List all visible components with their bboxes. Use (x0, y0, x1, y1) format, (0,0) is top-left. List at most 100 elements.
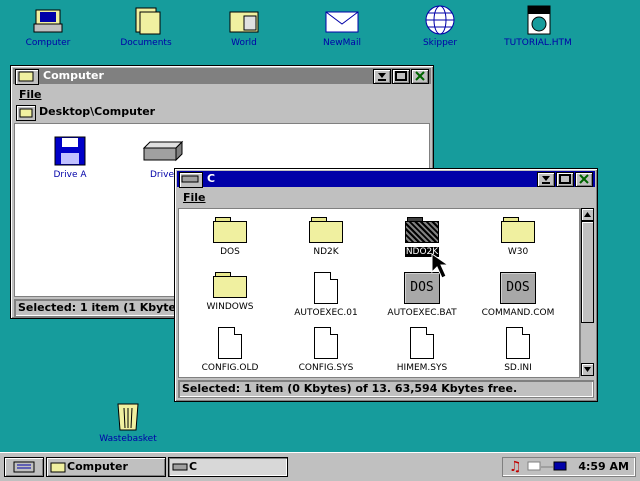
world-folder-icon (224, 4, 264, 36)
up-folder-icon[interactable] (16, 105, 36, 121)
window-title: Computer (43, 69, 104, 82)
c-window-content: DOS ND2K NDO2K W30 WINDOWS AUTOEXEC.01 DOS AUTO… (178, 208, 580, 378)
file-item[interactable]: WINDOWS (183, 272, 277, 312)
desktop-icon-label: World (231, 38, 257, 48)
document-icon (183, 327, 277, 359)
close-button[interactable] (575, 172, 593, 187)
task-label: Computer (67, 460, 128, 473)
globe-icon (420, 4, 460, 36)
scroll-down-button[interactable] (581, 363, 594, 376)
music-note-icon[interactable]: ♫ (509, 459, 522, 475)
scroll-up-button[interactable] (581, 208, 594, 221)
file-item[interactable]: CONFIG.OLD (183, 327, 277, 373)
desktop-icon-label: Documents (120, 38, 172, 48)
desktop-icon-skipper[interactable]: Skipper (402, 4, 478, 48)
task-button-c[interactable]: C (168, 457, 288, 477)
system-tray: ♫ 4:59 AM (502, 457, 636, 477)
desktop-icon-label: TUTORIAL.HTM (504, 38, 572, 48)
item-label: Drive A (53, 170, 87, 180)
c-window-titlebar[interactable]: C (177, 171, 595, 188)
computer-window-titlebar[interactable]: Computer (13, 68, 431, 85)
hard-drive-icon (140, 136, 184, 166)
file-label: W30 (507, 247, 529, 257)
minimize-button[interactable] (537, 172, 555, 187)
desktop-icon-wastebasket[interactable]: Wastebasket (90, 400, 166, 444)
file-item[interactable]: DOS (183, 217, 277, 257)
menubar: File (177, 191, 595, 205)
document-icon (279, 272, 373, 304)
item-label: Drive (150, 170, 174, 180)
taskbar: Computer C ♫ 4:59 AM (0, 452, 640, 481)
file-label: HIMEM.SYS (396, 363, 448, 373)
file-item[interactable]: NDO2K (375, 217, 469, 258)
desktop-icon-world[interactable]: World (206, 4, 282, 48)
close-button[interactable] (411, 69, 429, 84)
hard-drive-icon[interactable] (179, 172, 203, 188)
document-icon (279, 327, 373, 359)
folder-icon (183, 272, 277, 298)
file-label: AUTOEXEC.01 (294, 308, 358, 318)
document-icon (375, 327, 469, 359)
file-item[interactable]: DOS COMMAND.COM (471, 272, 565, 318)
menubar: File (13, 88, 431, 102)
desktop-icon-tutorial[interactable]: TUTORIAL.HTM (500, 4, 576, 48)
dos-program-icon: DOS (471, 272, 565, 304)
file-item[interactable]: AUTOEXEC.01 (279, 272, 373, 318)
task-button-computer[interactable]: Computer (46, 457, 166, 477)
file-label: SD.INI (504, 363, 532, 373)
mouse-cursor-icon (430, 252, 460, 285)
desktop-icon-label: NewMail (323, 38, 361, 48)
network-icon[interactable] (527, 460, 567, 477)
mail-icon (322, 4, 362, 36)
status-bar: Selected: 1 item (0 Kbytes) of 13. 63,59… (178, 380, 594, 398)
file-label: COMMAND.COM (481, 308, 555, 318)
file-item[interactable]: SD.INI (471, 327, 565, 373)
menu-file[interactable]: File (19, 88, 42, 101)
file-label: ND2K (313, 247, 339, 257)
status-text: Selected: 1 item (0 Kbytes) of 13. 63,59… (182, 382, 518, 395)
file-item[interactable]: ND2K (279, 217, 373, 257)
drive-a-item[interactable]: Drive A (23, 136, 117, 180)
status-text: Selected: 1 item (1 Kbytes) (18, 301, 188, 314)
file-label: AUTOEXEC.BAT (387, 308, 457, 318)
file-item[interactable]: W30 (471, 217, 565, 257)
minimize-button[interactable] (373, 69, 391, 84)
path-bar: Desktop\Computer (15, 104, 429, 122)
file-item[interactable]: HIMEM.SYS (375, 327, 469, 373)
desktop-icon-newmail[interactable]: NewMail (304, 4, 380, 48)
folder-icon (471, 217, 565, 243)
desktop-icon-computer[interactable]: Computer (10, 4, 86, 48)
menu-file[interactable]: File (183, 191, 206, 204)
maximize-button[interactable] (392, 69, 410, 84)
folder-icon (183, 217, 277, 243)
hard-drive-icon (172, 460, 188, 476)
wastebasket-icon (108, 400, 148, 432)
maximize-button[interactable] (556, 172, 574, 187)
file-label: WINDOWS (206, 302, 254, 312)
c-drive-window[interactable]: C File DOS ND2K NDO2K W30 WINDOWS AUTOEXEC.01… (174, 168, 598, 402)
folder-icon[interactable] (15, 69, 39, 85)
desktop-icon-label: Computer (25, 38, 71, 48)
scroll-thumb[interactable] (581, 221, 594, 323)
computer-icon (28, 4, 68, 36)
folder-icon (279, 217, 373, 243)
file-label: CONFIG.OLD (201, 363, 259, 373)
start-icon (13, 461, 35, 473)
wastebasket-label: Wastebasket (99, 434, 157, 444)
folder-icon (375, 217, 469, 243)
floppy-drive-icon (53, 136, 87, 166)
clock: 4:59 AM (578, 460, 629, 473)
path-text: Desktop\Computer (39, 105, 156, 118)
document-icon (471, 327, 565, 359)
window-title: C (207, 172, 216, 185)
file-label: CONFIG.SYS (298, 363, 354, 373)
documents-icon (126, 4, 166, 36)
file-label: DOS (220, 247, 240, 257)
vertical-scrollbar[interactable] (580, 208, 594, 376)
html-document-icon (518, 4, 558, 36)
task-label: C (189, 460, 198, 473)
start-button[interactable] (4, 457, 44, 477)
dos-icon-text: DOS (500, 272, 536, 304)
file-item[interactable]: CONFIG.SYS (279, 327, 373, 373)
desktop-icon-documents[interactable]: Documents (108, 4, 184, 48)
